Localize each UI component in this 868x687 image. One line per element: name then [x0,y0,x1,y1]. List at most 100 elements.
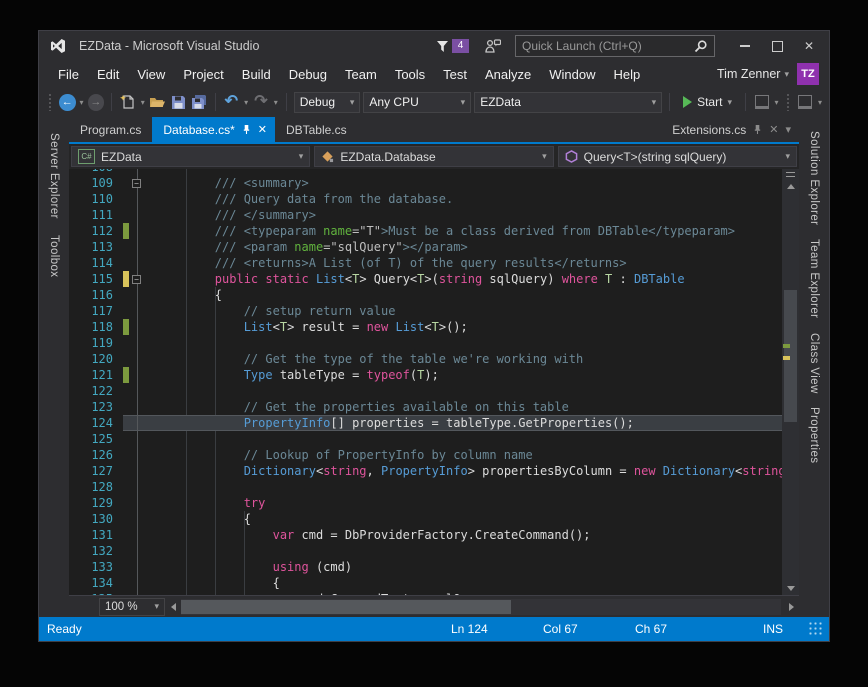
close-icon[interactable]: ✕ [769,123,778,136]
toolbar-grip[interactable] [48,93,53,111]
maximize-button[interactable] [761,34,793,58]
code-line[interactable]: 114 /// <returns>A List (of T) of the qu… [69,255,782,271]
menu-item-window[interactable]: Window [540,64,604,85]
member-dropdown[interactable]: Query<T>(string sqlQuery) ▾ [558,146,797,167]
close-button[interactable]: ✕ [793,34,825,58]
startup-project-dropdown[interactable]: EZData ▾ [474,92,662,113]
redo-button[interactable]: ↷ [252,93,270,111]
search-icon[interactable] [694,39,708,53]
vertical-scrollbar[interactable] [782,169,799,595]
redo-dropdown[interactable]: ▾ [274,98,278,107]
scroll-right-button[interactable] [783,603,799,611]
splitter-handle[interactable] [782,169,799,179]
start-debugging-button[interactable]: Start ▾ [677,91,738,113]
open-file-button[interactable] [149,93,167,111]
status-column-number[interactable]: Col 67 [543,622,635,636]
scroll-up-button[interactable] [782,179,799,193]
signed-in-user[interactable]: Tim Zenner [717,67,780,81]
tool-window-tab-server-explorer[interactable]: Server Explorer [48,133,60,219]
status-line-number[interactable]: Ln 124 [451,622,543,636]
document-tab-dbtablecs[interactable]: DBTable.cs [275,117,358,142]
pin-icon[interactable] [242,124,251,135]
menu-item-test[interactable]: Test [434,64,476,85]
minimize-button[interactable] [729,34,761,58]
new-file-button[interactable] [119,93,137,111]
code-line[interactable]: 128 [69,479,782,495]
code-line[interactable]: 111 /// </summary> [69,207,782,223]
menu-item-team[interactable]: Team [336,64,386,85]
tab-list-chevron-icon[interactable]: ▾ [785,123,791,136]
step-toolbar-button[interactable] [796,93,814,111]
tool-window-tab-team-explorer[interactable]: Team Explorer [808,239,820,318]
code-area[interactable]: 108109− /// <summary>110 /// Query data … [69,169,782,595]
document-tab-programcs[interactable]: Program.cs [69,117,152,142]
quick-launch-input[interactable]: Quick Launch (Ctrl+Q) [515,35,715,57]
code-line[interactable]: 134 { [69,575,782,591]
menu-item-help[interactable]: Help [605,64,650,85]
code-line[interactable]: 112 /// <typeparam name="T">Must be a cl… [69,223,782,239]
code-line[interactable]: 117 // setup return value [69,303,782,319]
code-line[interactable]: 122 [69,383,782,399]
tool-window-tab-solution-explorer[interactable]: Solution Explorer [808,131,820,225]
code-line[interactable]: 127 Dictionary<string, PropertyInfo> pro… [69,463,782,479]
type-dropdown[interactable]: EZData.Database ▾ [314,146,553,167]
horizontal-scroll-thumb[interactable] [181,600,511,614]
code-line[interactable]: 118 List<T> result = new List<T>(); [69,319,782,335]
tool-window-tab-properties[interactable]: Properties [808,407,820,463]
zoom-dropdown[interactable]: 100 % ▾ [99,598,165,616]
save-button[interactable] [169,93,187,111]
code-line[interactable]: 116 { [69,287,782,303]
vertical-scroll-track[interactable] [782,193,799,581]
background-document-tab[interactable]: Extensions.cs ✕ ▾ [672,117,799,142]
menu-item-analyze[interactable]: Analyze [476,64,540,85]
code-line[interactable]: 126 // Lookup of PropertyInfo by column … [69,447,782,463]
status-insert-mode[interactable]: INS [763,622,809,636]
collapse-box[interactable]: − [132,179,141,188]
solution-configuration-dropdown[interactable]: Debug ▾ [294,92,361,113]
new-file-dropdown[interactable]: ▾ [141,98,145,107]
pin-icon[interactable] [753,124,762,135]
status-character-number[interactable]: Ch 67 [635,622,763,636]
undo-button[interactable]: ↶ [222,93,240,111]
title-bar[interactable]: EZData - Microsoft Visual Studio 4 Quick… [39,31,829,61]
code-line[interactable]: 121 Type tableType = typeof(T); [69,367,782,383]
user-avatar[interactable]: TZ [797,63,819,85]
code-editor[interactable]: 108109− /// <summary>110 /// Query data … [69,169,799,595]
save-all-button[interactable] [190,93,208,111]
navigate-back-button[interactable]: ← [59,94,76,111]
menu-item-project[interactable]: Project [174,64,232,85]
code-line[interactable]: 129 try [69,495,782,511]
code-line[interactable]: 109− /// <summary> [69,175,782,191]
send-feedback-button[interactable] [485,39,501,53]
toolbar-extra-dropdown[interactable]: ▾ [818,98,822,107]
tool-window-tab-toolbox[interactable]: Toolbox [48,235,60,277]
solution-platform-dropdown[interactable]: Any CPU ▾ [363,92,471,113]
code-line[interactable]: 110 /// Query data from the database. [69,191,782,207]
document-tab-databasecs[interactable]: Database.cs*✕ [152,117,275,142]
toolbar-grip[interactable] [786,93,791,111]
project-dropdown[interactable]: C# EZData ▾ [71,146,310,167]
code-line[interactable]: 120 // Get the type of the table we're w… [69,351,782,367]
notifications-button[interactable]: 4 [436,39,469,53]
code-line[interactable]: 132 [69,543,782,559]
menu-item-debug[interactable]: Debug [280,64,336,85]
code-line[interactable]: 130 { [69,511,782,527]
code-line[interactable]: 125 [69,431,782,447]
code-line[interactable]: 113 /// <param name="sqlQuery"></param> [69,239,782,255]
collapse-box[interactable]: − [132,275,141,284]
code-line[interactable]: 119 [69,335,782,351]
code-line[interactable]: 131 var cmd = DbProviderFactory.CreateCo… [69,527,782,543]
code-line[interactable]: 115− public static List<T> Query<T>(stri… [69,271,782,287]
menu-item-edit[interactable]: Edit [88,64,128,85]
chevron-down-icon[interactable]: ▾ [784,69,789,80]
code-line[interactable]: 123 // Get the properties available on t… [69,399,782,415]
code-line[interactable]: 124 PropertyInfo[] properties = tableTyp… [69,415,782,431]
horizontal-scroll-track[interactable] [181,599,781,615]
scroll-left-button[interactable] [165,603,181,611]
code-line[interactable]: 133 using (cmd) [69,559,782,575]
scroll-down-button[interactable] [782,581,799,595]
navigate-back-dropdown[interactable]: ▾ [80,98,84,107]
undo-dropdown[interactable]: ▾ [244,98,248,107]
menu-item-view[interactable]: View [128,64,174,85]
menu-item-build[interactable]: Build [233,64,280,85]
